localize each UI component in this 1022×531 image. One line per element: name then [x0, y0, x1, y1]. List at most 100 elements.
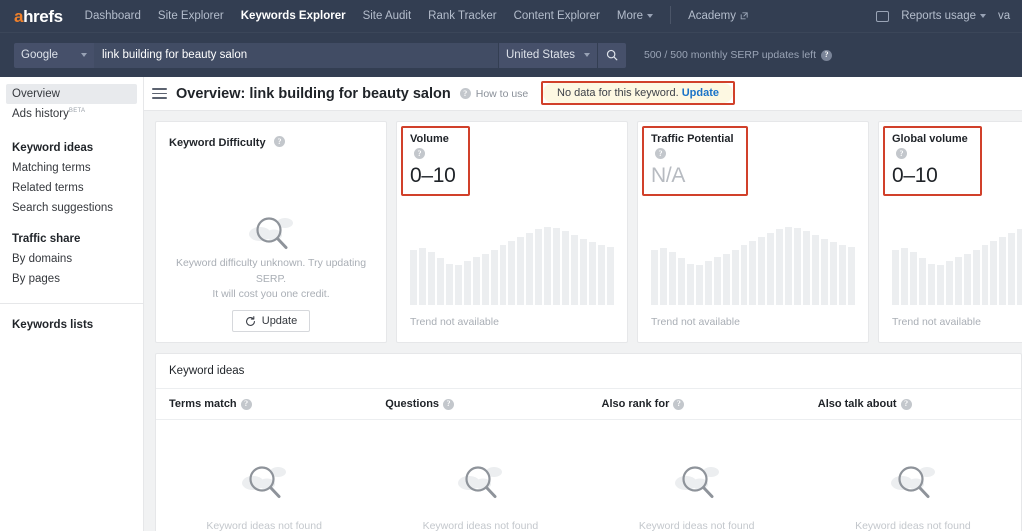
sidebar-item-search-suggestions[interactable]: Search suggestions [0, 198, 143, 218]
placeholder-bar [741, 245, 748, 305]
nav-academy[interactable]: Academy [670, 10, 748, 22]
placeholder-bar [705, 261, 712, 305]
left-sidebar: Overview Ads historyBETA Keyword ideas M… [0, 77, 144, 531]
chevron-down-icon [81, 53, 87, 57]
placeholder-bar [732, 250, 739, 305]
external-link-icon [740, 12, 748, 20]
search-engine-select[interactable]: Google [14, 43, 94, 68]
column-label: Also rank for [602, 398, 670, 410]
help-icon[interactable]: ? [821, 50, 832, 61]
placeholder-bar [723, 254, 730, 305]
no-data-update-link[interactable]: Update [682, 87, 719, 99]
keyword-difficulty-update-button[interactable]: Update [232, 310, 310, 332]
serp-credits-info: 500 / 500 monthly SERP updates left ? [644, 49, 832, 61]
keyword-ideas-column-headers: Terms match? Questions? Also rank for? A… [156, 389, 1021, 420]
placeholder-bar [508, 241, 515, 305]
sidebar-item-matching-terms[interactable]: Matching terms [0, 158, 143, 178]
column-header-also-talk-about: Also talk about? [805, 389, 1021, 419]
volume-annotation-box: Volume? 0–10 [401, 126, 470, 196]
help-icon[interactable]: ? [901, 399, 912, 410]
nav-site-audit[interactable]: Site Audit [363, 10, 412, 22]
column-header-questions: Questions? [372, 389, 588, 419]
help-icon[interactable]: ? [414, 148, 425, 159]
column-label: Also talk about [818, 398, 897, 410]
user-account-label[interactable]: va [998, 10, 1018, 22]
chevron-down-icon [980, 14, 986, 18]
placeholder-bar [1017, 229, 1022, 305]
traffic-potential-trend-status: Trend not available [651, 316, 740, 328]
nav-content-explorer[interactable]: Content Explorer [514, 10, 600, 22]
help-icon[interactable]: ? [241, 399, 252, 410]
search-button[interactable] [598, 43, 626, 68]
country-select[interactable]: United States [499, 43, 597, 68]
traffic-potential-trend-placeholder-chart [651, 227, 855, 305]
placeholder-bar [535, 229, 542, 305]
sidebar-item-by-pages[interactable]: By pages [0, 269, 143, 289]
sidebar-item-related-terms[interactable]: Related terms [0, 178, 143, 198]
how-to-use-link[interactable]: How to use [476, 88, 529, 100]
keyword-difficulty-empty-line2: It will cost you one credit. [156, 287, 386, 302]
nav-more[interactable]: More [617, 10, 653, 22]
help-icon[interactable]: ? [673, 399, 684, 410]
keyword-difficulty-card: Keyword Difficulty ? Keyword difficulty [155, 121, 387, 343]
empty-text: Keyword ideas not found [156, 520, 372, 531]
keyword-ideas-empty-also-rank-for: Keyword ideas not found [589, 420, 805, 531]
reports-usage-menu[interactable]: Reports usage [901, 10, 986, 22]
traffic-potential-card: Traffic Potential? N/A Trend not availab… [637, 121, 869, 343]
placeholder-bar [928, 264, 935, 305]
traffic-potential-value: N/A [651, 164, 734, 188]
placeholder-bar [758, 237, 765, 305]
nav-keywords-explorer[interactable]: Keywords Explorer [241, 10, 346, 22]
nav-dashboard[interactable]: Dashboard [85, 10, 141, 22]
keyword-input[interactable] [94, 43, 498, 68]
magnifier-empty-icon [237, 457, 291, 505]
global-volume-annotation-box: Global volume? 0–10 [883, 126, 982, 196]
sidebar-item-keywords-lists[interactable]: Keywords lists [0, 315, 143, 335]
global-volume-trend-status: Trend not available [892, 316, 981, 328]
placeholder-bar [589, 242, 596, 305]
help-icon[interactable]: ? [460, 88, 471, 99]
placeholder-bar [892, 250, 899, 305]
placeholder-bar [687, 264, 694, 305]
placeholder-bar [660, 248, 667, 305]
help-icon[interactable]: ? [274, 136, 285, 147]
nav-rank-tracker[interactable]: Rank Tracker [428, 10, 496, 22]
placeholder-bar [678, 258, 685, 305]
help-icon[interactable]: ? [655, 148, 666, 159]
sidebar-item-overview[interactable]: Overview [6, 84, 137, 104]
column-label: Terms match [169, 398, 237, 410]
search-icon [606, 49, 618, 61]
keyword-ideas-title: Keyword ideas [156, 354, 1021, 389]
keyword-difficulty-empty-line1: Keyword difficulty unknown. Try updating… [156, 256, 386, 286]
hamburger-menu-icon[interactable] [152, 85, 167, 102]
placeholder-bar [580, 239, 587, 305]
nav-site-explorer[interactable]: Site Explorer [158, 10, 224, 22]
metric-cards-row: Keyword Difficulty ? Keyword difficulty [144, 111, 1022, 343]
placeholder-bar [491, 250, 498, 305]
placeholder-bar [669, 252, 676, 305]
global-volume-trend-placeholder-chart [892, 227, 1022, 305]
placeholder-bar [696, 265, 703, 305]
logo-text: hrefs [23, 7, 63, 26]
placeholder-bar [410, 250, 417, 305]
sidebar-item-by-domains[interactable]: By domains [0, 249, 143, 269]
empty-icon-container [156, 208, 386, 256]
placeholder-bar [437, 258, 444, 305]
app-shell: Overview Ads historyBETA Keyword ideas M… [0, 77, 1022, 531]
placeholder-bar [714, 257, 721, 305]
placeholder-bar [500, 245, 507, 305]
placeholder-bar [651, 250, 658, 305]
country-value: United States [506, 49, 575, 61]
placeholder-bar [598, 245, 605, 305]
help-icon[interactable]: ? [443, 399, 454, 410]
ahrefs-logo[interactable]: ahrefs [14, 8, 63, 25]
monitor-icon[interactable] [876, 11, 889, 22]
column-label: Questions [385, 398, 439, 410]
help-icon[interactable]: ? [896, 148, 907, 159]
search-engine-value: Google [21, 49, 58, 61]
placeholder-bar [482, 254, 489, 305]
empty-text: Keyword ideas not found [805, 520, 1021, 531]
global-volume-card: Global volume? 0–10 Trend not available [878, 121, 1022, 343]
placeholder-bar [812, 235, 819, 305]
sidebar-item-ads-history[interactable]: Ads historyBETA [0, 104, 143, 124]
